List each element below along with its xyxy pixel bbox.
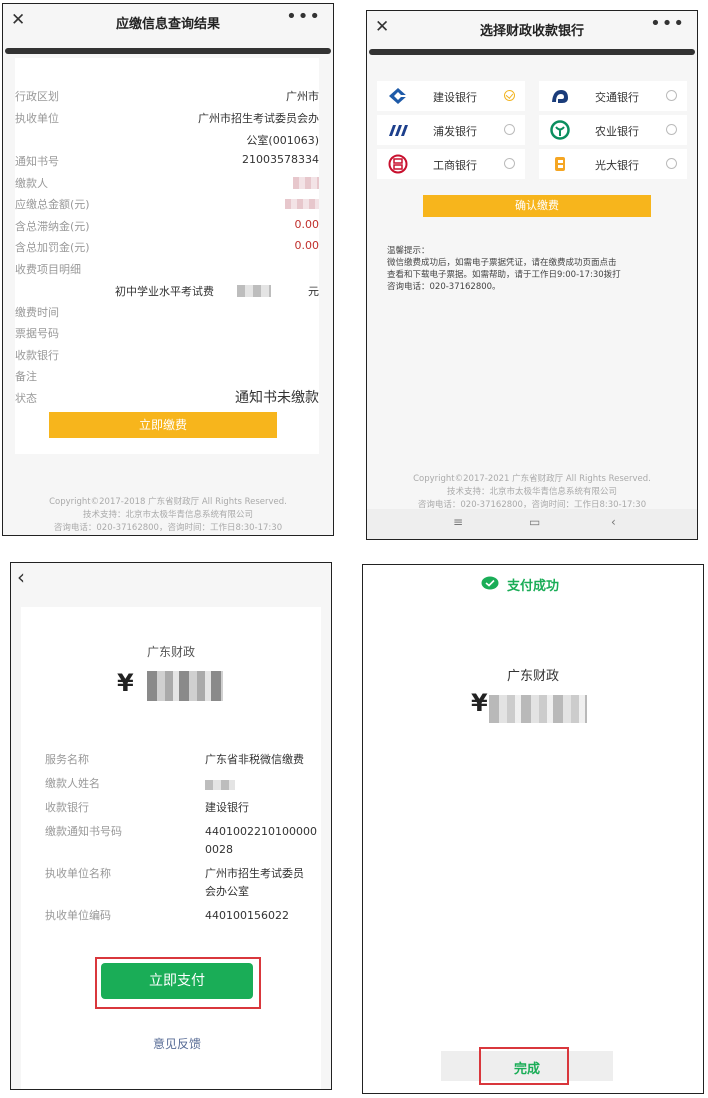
- highlight-box: [479, 1047, 569, 1085]
- row-notice-number: 缴款通知书号码 4401002210100000 0028: [45, 825, 317, 856]
- selected-check-icon[interactable]: [504, 90, 515, 101]
- status-badge: 通知书未缴款: [235, 390, 319, 406]
- bank-option-abc[interactable]: 农业银行: [539, 115, 687, 145]
- row-collecting-bank: 收款银行 建设银行: [45, 801, 249, 814]
- row-pay-time: 缴费时间: [15, 306, 59, 319]
- row-payer-name: 缴款人姓名: [45, 775, 307, 792]
- row-remarks: 备注: [15, 370, 37, 383]
- radio-button[interactable]: [504, 124, 515, 135]
- blurred-amount: [147, 671, 223, 701]
- bank-option-spdb[interactable]: 浦发银行: [377, 115, 525, 145]
- row-late-fee: 含总滞纳金(元) 0.00: [15, 218, 319, 233]
- tips-section: 温馨提示： 微信缴费成功后，如需电子票据凭证，请在缴费成功页面点击 查看和下载电…: [387, 246, 621, 292]
- query-result-screen: ✕ 应缴信息查询结果 ••• 行政区划 广州市 执收单位 广州市招生考试委员会办…: [2, 3, 334, 536]
- menu-icon[interactable]: ≡: [453, 515, 463, 529]
- radio-button[interactable]: [666, 90, 677, 101]
- row-payer: 缴款人: [15, 175, 319, 191]
- bank-option-icbc[interactable]: 工商银行: [377, 149, 525, 179]
- feedback-link[interactable]: 意见反馈: [153, 1035, 201, 1052]
- row-collecting-bank: 收款银行: [15, 349, 59, 362]
- title-bar: ✕ 选择财政收款银行 •••: [367, 11, 697, 49]
- payment-card: 广东财政 ¥ 服务名称 广东省非税微信缴费 缴款人姓名 收款银行 建设银行 缴款…: [21, 607, 321, 1089]
- row-fee-detail-label: 收费项目明细: [15, 263, 81, 276]
- pay-now-button[interactable]: 立即缴费: [49, 412, 277, 438]
- payment-success-screen: 支付成功 广东财政 ¥ 完成: [362, 564, 704, 1094]
- payee-name: 广东财政: [146, 645, 195, 659]
- row-service-name: 服务名称 广东省非税微信缴费: [45, 753, 304, 766]
- bank-option-ccb[interactable]: 建设银行: [377, 81, 525, 111]
- confirm-payment-button[interactable]: 确认缴费: [423, 195, 651, 217]
- icbc-logo-icon: [388, 154, 408, 174]
- more-icon[interactable]: •••: [286, 6, 321, 27]
- page-title: 选择财政收款银行: [479, 24, 584, 39]
- spdb-logo-icon: [389, 125, 408, 136]
- radio-button[interactable]: [666, 124, 677, 135]
- blurred-payer-name: [205, 780, 235, 790]
- row-notice-number: 通知书号 21003578334: [15, 153, 319, 168]
- ceb-logo-icon: [555, 157, 565, 171]
- title-bar: ✕ 应缴信息查询结果 •••: [3, 4, 333, 42]
- radio-button[interactable]: [666, 158, 677, 169]
- currency-symbol: ¥: [117, 669, 134, 697]
- ccb-logo-icon: [389, 88, 408, 104]
- payee-name: 广东财政: [506, 669, 559, 684]
- pay-now-button[interactable]: 立即支付: [101, 963, 253, 999]
- payment-success-title: 支付成功: [507, 579, 560, 594]
- page-footer: Copyright©2017-2021 广东省财政厅 All Rights Re…: [413, 474, 651, 510]
- page-footer: Copyright©2017-2018 广东省财政厅 All Rights Re…: [49, 497, 287, 533]
- row-status: 状态 通知书未缴款: [15, 387, 319, 407]
- wechat-pay-success-icon: [481, 576, 499, 590]
- bocom-logo-icon: [552, 90, 568, 103]
- payment-confirm-screen: ‹ 广东财政 ¥ 服务名称 广东省非税微信缴费 缴款人姓名 收款银行 建设银行 …: [10, 562, 332, 1090]
- currency-symbol: ¥: [471, 689, 488, 717]
- row-fee-detail-value: 初中学业水平考试费 元: [115, 285, 319, 298]
- row-collection-unit: 执收单位 广州市招生考试委员会办 公室(001063): [15, 112, 319, 147]
- android-nav-bar: ≡ ▭ ‹: [367, 509, 697, 539]
- bank-option-bocom[interactable]: 交通银行: [539, 81, 687, 111]
- select-bank-screen: ✕ 选择财政收款银行 ••• 建设银行 交通银行 浦发银行 农业银行 工商银行 …: [366, 10, 698, 540]
- page-title: 应缴信息查询结果: [115, 17, 220, 32]
- blurred-total-amount: [285, 199, 319, 209]
- row-collection-unit-name: 执收单位名称 广州市招生考试委员 会办公室: [45, 867, 304, 898]
- row-total-amount: 应缴总金额(元): [15, 196, 319, 212]
- radio-button[interactable]: [504, 158, 515, 169]
- row-collection-unit-code: 执收单位编码 440100156022: [45, 909, 289, 922]
- blurred-payer-name: [293, 177, 319, 189]
- blurred-fee-amount: [237, 285, 271, 297]
- row-penalty: 含总加罚金(元) 0.00: [15, 239, 319, 254]
- more-icon[interactable]: •••: [650, 13, 685, 34]
- back-arrow-icon[interactable]: ‹: [17, 565, 25, 589]
- row-receipt-number: 票据号码: [15, 327, 59, 340]
- home-icon[interactable]: ▭: [529, 515, 540, 529]
- printer-slot-divider: [369, 49, 695, 55]
- printer-slot-divider: [5, 48, 331, 54]
- bank-option-ceb[interactable]: 光大银行: [539, 149, 687, 179]
- abc-logo-icon: [550, 120, 570, 140]
- row-region: 行政区划 广州市: [15, 90, 319, 103]
- blurred-amount: [489, 695, 587, 723]
- back-icon[interactable]: ‹: [611, 515, 616, 529]
